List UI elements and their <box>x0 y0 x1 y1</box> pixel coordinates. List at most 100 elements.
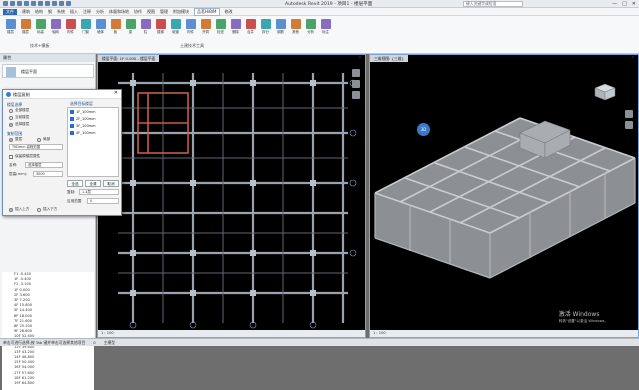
option-select-floor[interactable]: 选择楼层 <box>9 122 29 127</box>
target-floor-list[interactable]: 选择目标楼层 1F_100mm 2F_100mm 3F_100mm 4F_100mm <box>67 101 119 177</box>
menu-tab[interactable]: 品茗HiBIM <box>194 7 220 16</box>
text-icon[interactable] <box>59 1 64 6</box>
3d-view-close-icon[interactable]: ✕ <box>631 55 635 61</box>
ribbon-button[interactable]: 构件 <box>64 19 77 34</box>
option-whole[interactable]: 整层 <box>9 137 22 142</box>
ribbon-button[interactable]: 梁 <box>124 19 137 34</box>
list-item[interactable]: 4F_100mm <box>68 129 118 136</box>
3d-view-icon[interactable] <box>66 1 71 6</box>
view-cube-icon[interactable] <box>594 83 616 101</box>
ribbon-button[interactable]: 楼层 <box>4 19 17 34</box>
ribbon-button[interactable]: 开洞 <box>199 19 212 34</box>
menu-tab[interactable]: 建筑 <box>22 9 30 15</box>
ribbon-button[interactable]: 检查 <box>214 19 227 34</box>
option-partial[interactable]: 局部 <box>37 137 50 142</box>
measure-icon[interactable] <box>45 1 50 6</box>
undo-icon[interactable] <box>24 1 29 6</box>
menu-tab[interactable]: 附加模块 <box>173 9 189 15</box>
ribbon-button[interactable]: 拆分 <box>259 19 272 34</box>
ribbon-button[interactable]: 分析 <box>304 19 317 34</box>
tool-icon <box>320 19 331 29</box>
option-current-floor[interactable]: 当前楼层 <box>9 115 29 120</box>
3d-navigation-bar <box>624 110 634 170</box>
ribbon-button[interactable]: 墙体 <box>94 19 107 34</box>
radio-selected-icon <box>9 137 13 142</box>
option-all-floors[interactable]: 全部楼层 <box>9 108 29 113</box>
menu-tab[interactable]: 文件 <box>3 8 17 15</box>
menu-tab[interactable]: 分析 <box>96 9 104 15</box>
tool-icon <box>230 19 241 29</box>
steering-wheel-icon[interactable] <box>352 80 360 88</box>
open-icon[interactable] <box>10 1 15 6</box>
save-icon[interactable] <box>17 1 22 6</box>
app-menu-icon[interactable] <box>3 1 8 6</box>
ribbon-button[interactable]: 合并 <box>244 19 257 34</box>
3d-view[interactable]: 三维视图: {三维} ✕ 3D 激活 Windows 转到"设置"以激活 Win… <box>369 54 639 338</box>
minimize-button[interactable]: — <box>612 1 617 7</box>
list-title: 选择目标楼层 <box>70 101 93 106</box>
menu-tab[interactable]: 修改 <box>225 9 233 15</box>
dialog-close-button[interactable]: ✕ <box>114 90 118 96</box>
plan-view-control-bar[interactable]: 1 : 100 <box>98 330 365 337</box>
menu-tab[interactable]: 结构 <box>35 9 43 15</box>
print-icon[interactable] <box>38 1 43 6</box>
plan-view-tab[interactable]: 楼层平面: 1F 0.000 - 楼层平面 <box>98 55 160 62</box>
ribbon-button[interactable]: 轴网 <box>49 19 62 34</box>
list-item-label: 4F_100mm <box>76 130 96 135</box>
apply-field[interactable]: 0 <box>87 198 119 204</box>
level-item[interactable]: 19F 64.800 <box>2 381 94 386</box>
name-field[interactable]: 选择楼层 <box>25 162 63 168</box>
status-model[interactable]: 主模型 <box>104 339 115 346</box>
ribbon-button[interactable]: 楼层 <box>19 19 32 34</box>
select-all-button[interactable]: 全选 <box>67 180 83 187</box>
tag-icon[interactable] <box>52 1 57 6</box>
close-button[interactable]: ✕ <box>632 1 636 7</box>
ribbon-button[interactable]: 标注 <box>319 19 332 34</box>
option-insert-above[interactable]: 插入上方 <box>9 207 29 212</box>
height-field[interactable]: 3000 <box>33 171 63 177</box>
menu-tab[interactable]: 管理 <box>160 9 168 15</box>
ribbon-button[interactable]: 门窗 <box>79 19 92 34</box>
search-input[interactable]: 键入关键字或短语 <box>463 1 523 7</box>
zoom-icon[interactable] <box>352 91 360 99</box>
plan-view[interactable]: 楼层平面: 1F 0.000 - 楼层平面 ✕ 1: 100 <box>97 54 366 338</box>
ribbon-button[interactable]: 其他 <box>289 19 302 34</box>
ribbon-button[interactable]: 板 <box>109 19 122 34</box>
ribbon-button[interactable]: 删除 <box>229 19 242 34</box>
list-item[interactable]: 2F_100mm <box>68 115 118 122</box>
menu-tab[interactable]: 注释 <box>83 9 91 15</box>
ribbon-button[interactable]: 坡道 <box>169 19 182 34</box>
copy-field[interactable]: 1-4层 <box>79 189 119 195</box>
list-item[interactable]: 3F_100mm <box>68 122 118 129</box>
status-bar: 单击可进行选择;按 Tab 键并单击可选择其他项目 0 主模型 <box>0 338 639 346</box>
clear-all-button[interactable]: 全清 <box>85 180 101 187</box>
menu-tab[interactable]: 系统 <box>57 9 65 15</box>
cancel-button[interactable]: 取消 <box>103 180 119 187</box>
ribbon-button[interactable]: 楼梯 <box>154 19 167 34</box>
ribbon-button[interactable]: 柱 <box>139 19 152 34</box>
type-selector[interactable]: 楼层平面 <box>2 64 94 78</box>
menu-tab[interactable]: 视图 <box>147 9 155 15</box>
view-cube-icon[interactable] <box>352 69 360 77</box>
range-field[interactable]: TKDmm 高程范围 <box>9 144 63 150</box>
3d-view-tab[interactable]: 三维视图: {三维} <box>370 55 409 62</box>
plan-view-close-icon[interactable]: ✕ <box>358 55 362 61</box>
ribbon-button[interactable]: 钢筋 <box>274 19 287 34</box>
ribbon-button[interactable]: 构件 <box>184 19 197 34</box>
menu-tab[interactable]: 体量和场地 <box>109 9 129 15</box>
3d-view-control-bar[interactable]: 1 : 100 <box>370 330 638 337</box>
list-item[interactable]: 1F_100mm <box>68 108 118 115</box>
zoom-icon[interactable] <box>625 121 633 129</box>
maximize-button[interactable]: □ <box>622 1 627 7</box>
menu-tab[interactable]: 插入 <box>70 9 78 15</box>
steering-wheel-icon[interactable] <box>625 110 633 118</box>
keep-attributes-checkbox[interactable]: 保留原楼层属性 <box>9 154 40 159</box>
option-insert-below[interactable]: 插入下方 <box>37 207 57 212</box>
menu-tab[interactable]: 钢 <box>48 9 52 15</box>
ribbon-button[interactable]: 标高 <box>34 19 47 34</box>
tool-icon <box>20 19 31 29</box>
copy-label: 复制: <box>67 190 76 194</box>
redo-icon[interactable] <box>31 1 36 6</box>
tool-icon <box>5 19 16 29</box>
menu-tab[interactable]: 协作 <box>134 9 142 15</box>
